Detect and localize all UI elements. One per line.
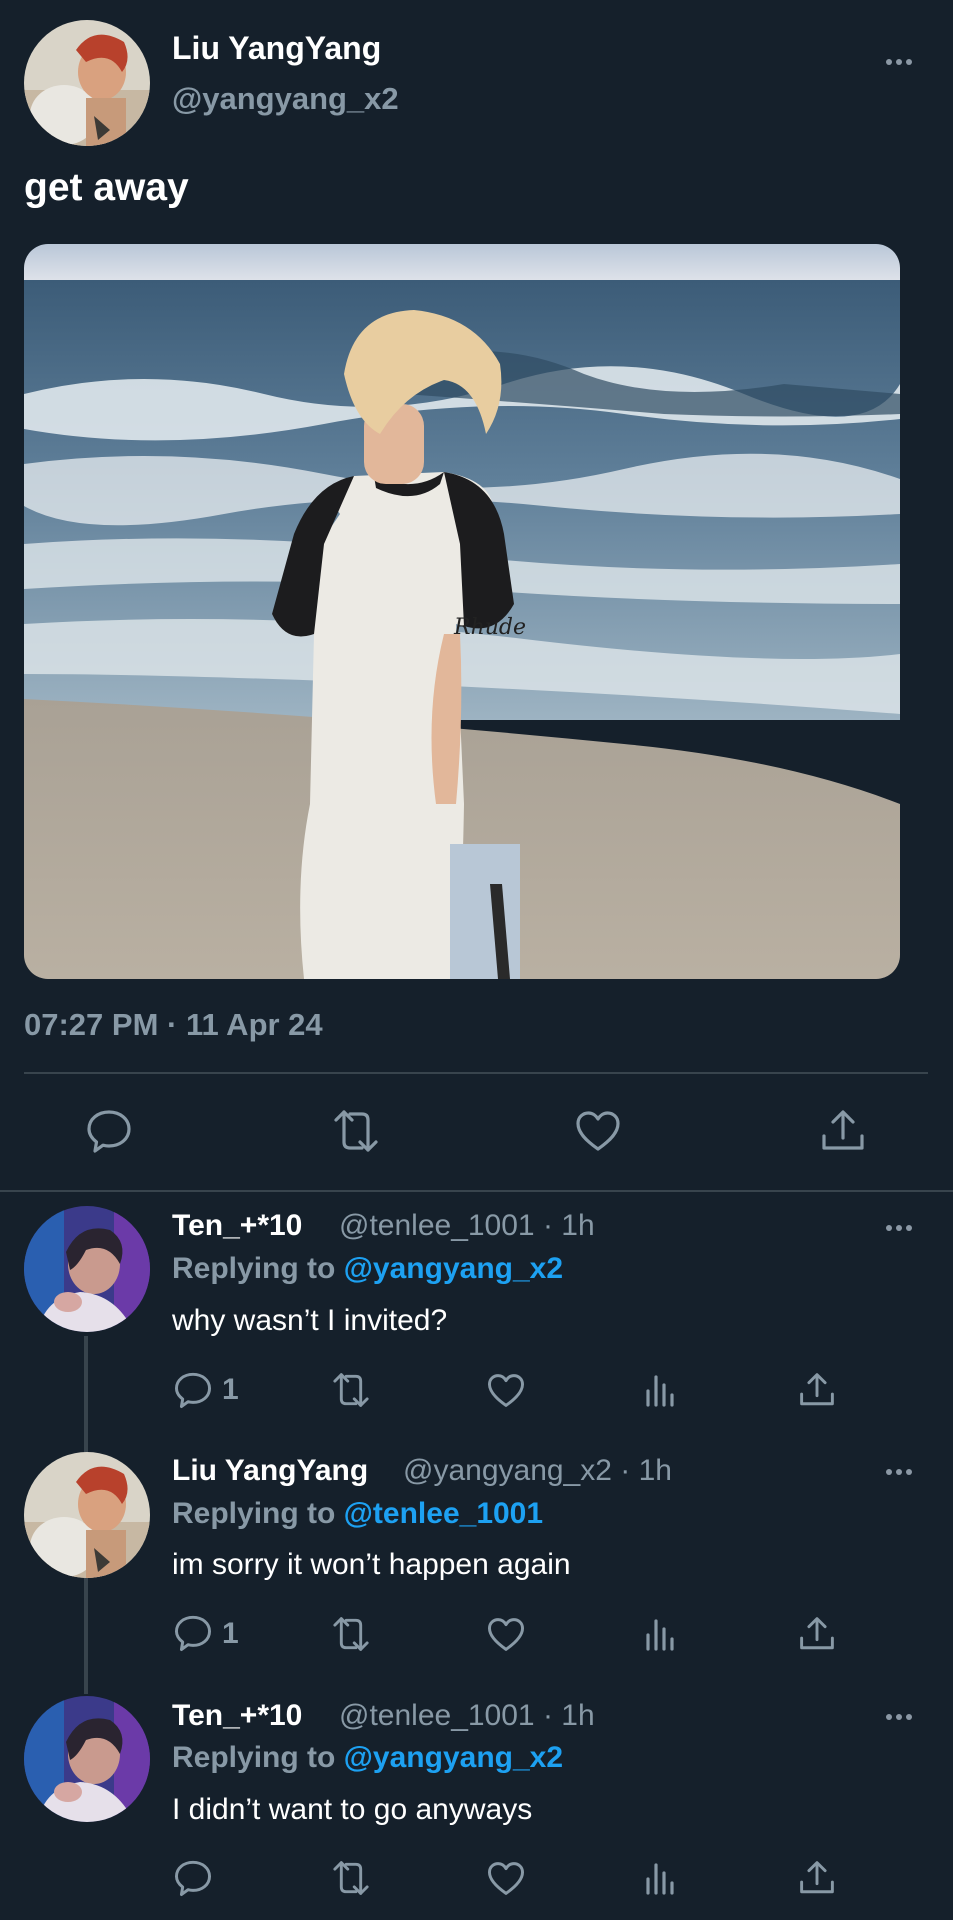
- views-icon[interactable]: [645, 1617, 677, 1651]
- replying-to-line: Replying to @yangyang_x2: [172, 1741, 563, 1775]
- reply-icon[interactable]: [174, 1371, 212, 1409]
- mention-link[interactable]: @yangyang_x2: [344, 1252, 563, 1285]
- share-icon[interactable]: [799, 1861, 835, 1895]
- like-icon[interactable]: [487, 1861, 525, 1896]
- retweet-icon[interactable]: [330, 1110, 382, 1152]
- section-divider: [0, 1190, 953, 1192]
- reply-icon[interactable]: [174, 1614, 212, 1652]
- tweet-timestamp: 07:27 PM · 11 Apr 24: [24, 1007, 323, 1042]
- reply-count: 1: [222, 1373, 239, 1406]
- tweet-photo[interactable]: Rhude: [24, 244, 900, 979]
- author-name[interactable]: Liu YangYang: [172, 30, 381, 67]
- reply-count: 1: [222, 1617, 239, 1650]
- share-icon[interactable]: [799, 1373, 835, 1407]
- reply-avatar[interactable]: [24, 1696, 150, 1822]
- replying-prefix: Replying to: [172, 1741, 344, 1774]
- reply-author-name[interactable]: Liu YangYang: [172, 1454, 368, 1488]
- reply-icon[interactable]: [86, 1108, 132, 1154]
- more-options-icon[interactable]: [882, 1218, 922, 1238]
- views-icon[interactable]: [645, 1373, 677, 1407]
- tweet-divider: [24, 1072, 928, 1074]
- retweet-icon[interactable]: [330, 1617, 372, 1651]
- like-icon[interactable]: [487, 1373, 525, 1408]
- more-options-icon[interactable]: [882, 1707, 922, 1727]
- more-options-icon[interactable]: [882, 1462, 922, 1482]
- views-icon[interactable]: [645, 1861, 677, 1895]
- share-icon[interactable]: [799, 1617, 835, 1651]
- replying-prefix: Replying to: [172, 1497, 344, 1530]
- author-handle[interactable]: @yangyang_x2: [172, 81, 399, 117]
- mention-link[interactable]: @yangyang_x2: [344, 1741, 563, 1774]
- more-options-icon[interactable]: [882, 52, 922, 72]
- reply-avatar[interactable]: [24, 1452, 150, 1578]
- share-icon[interactable]: [821, 1110, 865, 1152]
- reply-author-handle[interactable]: @tenlee_1001 · 1h: [339, 1209, 595, 1243]
- reply-text: I didn’t want to go anyways: [172, 1793, 533, 1826]
- retweet-icon[interactable]: [330, 1373, 372, 1407]
- reply-text: why wasn’t I invited?: [172, 1304, 448, 1337]
- reply-author-name[interactable]: Ten_+*10: [172, 1699, 302, 1733]
- reply-author-handle[interactable]: @tenlee_1001 · 1h: [339, 1699, 595, 1733]
- author-avatar[interactable]: [24, 20, 150, 146]
- reply-author-name[interactable]: Ten_+*10: [172, 1209, 302, 1243]
- reply-text: im sorry it won’t happen again: [172, 1548, 571, 1581]
- replying-prefix: Replying to: [172, 1252, 344, 1285]
- reply-icon[interactable]: [174, 1859, 212, 1897]
- like-icon[interactable]: [575, 1110, 621, 1152]
- like-icon[interactable]: [487, 1617, 525, 1652]
- retweet-icon[interactable]: [330, 1861, 372, 1895]
- tweet-text: get away: [24, 166, 189, 209]
- reply-avatar[interactable]: [24, 1206, 150, 1332]
- mention-link[interactable]: @tenlee_1001: [344, 1497, 543, 1530]
- replying-to-line: Replying to @tenlee_1001: [172, 1497, 543, 1531]
- reply-author-handle[interactable]: @yangyang_x2 · 1h: [403, 1454, 672, 1488]
- replying-to-line: Replying to @yangyang_x2: [172, 1252, 563, 1286]
- svg-text:Rhude: Rhude: [453, 615, 526, 640]
